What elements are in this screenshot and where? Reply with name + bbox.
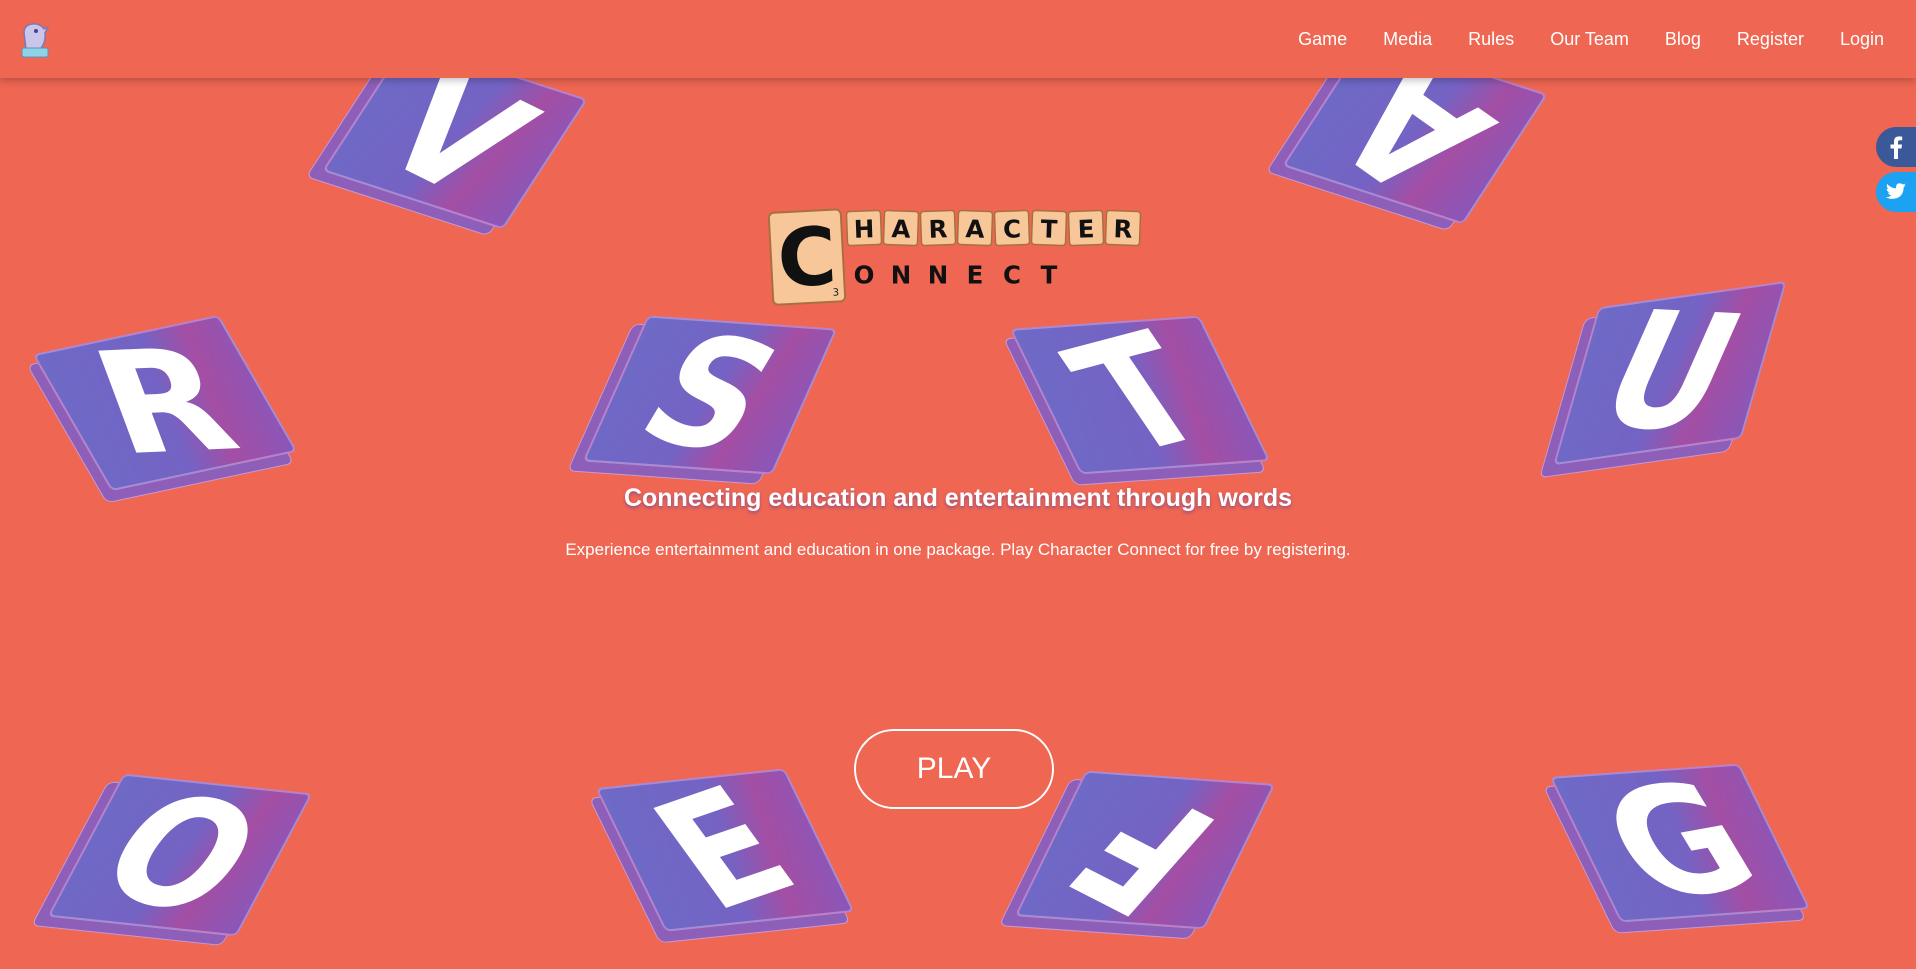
logo-letter-tile: E [967, 261, 984, 290]
background-tile-r: R [32, 314, 298, 492]
background-tile-u: U [1553, 278, 1787, 468]
logo-letter: A [965, 214, 985, 244]
nav-link-blog[interactable]: Blog [1665, 29, 1701, 50]
nav-link-media[interactable]: Media [1383, 29, 1432, 50]
logo-letter: E [1077, 214, 1095, 244]
nav-links: Game Media Rules Our Team Blog Register … [1298, 0, 1884, 78]
nav-link-game[interactable]: Game [1298, 29, 1347, 50]
background-tile-t: T [1009, 301, 1271, 489]
logo-letter: H [853, 214, 874, 244]
logo-letter: O [854, 261, 875, 290]
logo-letter-tile: A [956, 209, 994, 247]
background-tile-e: E [595, 755, 855, 945]
logo-letter-tile: H [845, 209, 883, 247]
hero-subtext: Experience entertainment and education i… [565, 540, 1351, 559]
logo-letter-tile: N [891, 261, 911, 290]
twitter-button[interactable] [1876, 172, 1916, 212]
background-tile-o: O [47, 758, 313, 952]
logo-letter-tile: O [854, 261, 875, 290]
twitter-icon [1885, 183, 1906, 199]
logo-letter: C [1003, 214, 1022, 244]
nav-link-rules[interactable]: Rules [1468, 29, 1514, 50]
logo-letter: T [1040, 214, 1058, 244]
logo-big-letter: C [775, 210, 839, 306]
background-tile-g: G [1549, 749, 1811, 937]
navbar: Game Media Rules Our Team Blog Register … [0, 0, 1916, 78]
background-tile-f: F [1014, 752, 1276, 948]
logo-letter-tile: R [1104, 209, 1142, 247]
logo-letter: C [1003, 261, 1021, 290]
background-tile-s: S [582, 301, 838, 489]
play-button[interactable]: PLAY [854, 729, 1054, 809]
nav-link-login[interactable]: Login [1840, 29, 1884, 50]
logo-letter: T [1041, 261, 1058, 290]
logo-tile-number: 3 [832, 287, 839, 298]
facebook-button[interactable] [1876, 127, 1916, 167]
facebook-icon [1890, 136, 1903, 159]
logo-letter-tile: T [1030, 209, 1068, 247]
hero-headline: Connecting education and entertainment t… [623, 484, 1293, 512]
logo-letter-tile: N [928, 261, 948, 290]
logo-letter: R [1113, 214, 1133, 244]
logo-letter-tile: T [1041, 261, 1058, 290]
logo-letter: N [928, 261, 948, 290]
logo-letter-tile: R [919, 209, 957, 247]
logo-letter: N [891, 261, 911, 290]
bird-logo-icon[interactable] [18, 19, 52, 59]
logo-letter: R [928, 214, 948, 244]
character-connect-logo: C 3 HARACTER ONNECT [767, 205, 1147, 309]
logo-letter-tile: C [1003, 261, 1021, 290]
nav-link-our-team[interactable]: Our Team [1550, 29, 1629, 50]
logo-letter-tile: A [882, 209, 920, 247]
nav-link-register[interactable]: Register [1737, 29, 1804, 50]
logo-letter: E [967, 261, 984, 290]
logo-letter-tile: C [993, 209, 1031, 247]
logo-letter-tile: E [1067, 209, 1105, 247]
logo-letter: A [891, 214, 911, 244]
